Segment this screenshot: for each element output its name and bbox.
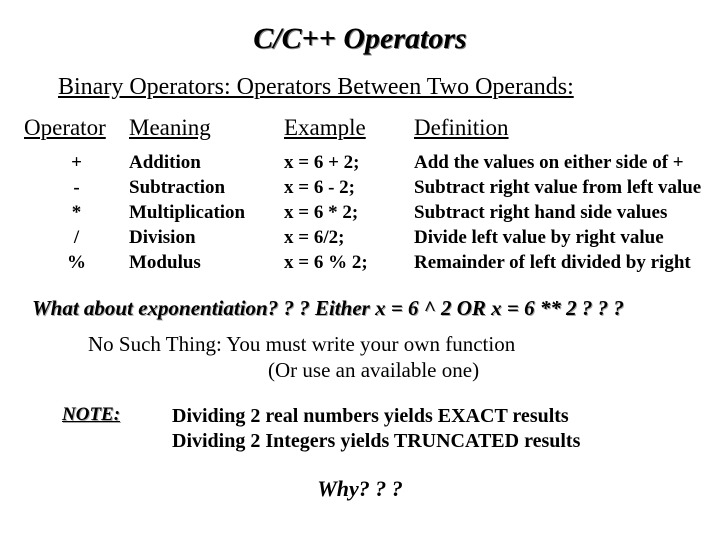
cell-example: x = 6 - 2; xyxy=(284,177,414,199)
no-such-line2: (Or use an available one) xyxy=(268,357,479,383)
cell-meaning: Division xyxy=(129,227,284,249)
cell-definition: Subtract right value from left value xyxy=(414,177,720,199)
cell-example: x = 6 * 2; xyxy=(284,202,414,224)
cell-operator: / xyxy=(24,227,129,249)
no-such-line1: No Such Thing: You must write your own f… xyxy=(88,332,515,356)
cell-operator: + xyxy=(24,152,129,174)
cell-meaning: Addition xyxy=(129,152,284,174)
cell-meaning: Subtraction xyxy=(129,177,284,199)
cell-example: x = 6/2; xyxy=(284,227,414,249)
note-line2: Dividing 2 Integers yields TRUNCATED res… xyxy=(172,430,580,452)
note-block: NOTE: Dividing 2 real numbers yields EXA… xyxy=(62,404,702,454)
slide: C/C++ Operators Binary Operators: Operat… xyxy=(0,0,720,540)
cell-example: x = 6 + 2; xyxy=(284,152,414,174)
header-operator: Operator xyxy=(24,115,129,141)
header-meaning: Meaning xyxy=(129,115,284,141)
cell-definition: Remainder of left divided by right xyxy=(414,252,720,274)
note-body: Dividing 2 real numbers yields EXACT res… xyxy=(172,404,580,454)
cell-operator: - xyxy=(24,177,129,199)
cell-meaning: Multiplication xyxy=(129,202,284,224)
header-definition: Definition xyxy=(414,115,720,141)
cell-operator: * xyxy=(24,202,129,224)
operators-table: Operator Meaning Example Definition + Ad… xyxy=(24,115,702,274)
cell-operator: % xyxy=(24,252,129,274)
why-question: Why? ? ? xyxy=(18,476,702,502)
no-such-thing: No Such Thing: You must write your own f… xyxy=(88,331,702,384)
exponentiation-question: What about exponentiation? ? ? Either x … xyxy=(32,296,702,321)
subtitle: Binary Operators: Operators Between Two … xyxy=(58,74,702,101)
cell-example: x = 6 % 2; xyxy=(284,252,414,274)
cell-definition: Add the values on either side of + xyxy=(414,152,720,174)
header-example: Example xyxy=(284,115,414,141)
note-label: NOTE: xyxy=(62,404,172,454)
cell-definition: Subtract right hand side values xyxy=(414,202,720,224)
cell-definition: Divide left value by right value xyxy=(414,227,720,249)
page-title: C/C++ Operators xyxy=(18,22,702,56)
cell-meaning: Modulus xyxy=(129,252,284,274)
note-line1: Dividing 2 real numbers yields EXACT res… xyxy=(172,405,569,427)
